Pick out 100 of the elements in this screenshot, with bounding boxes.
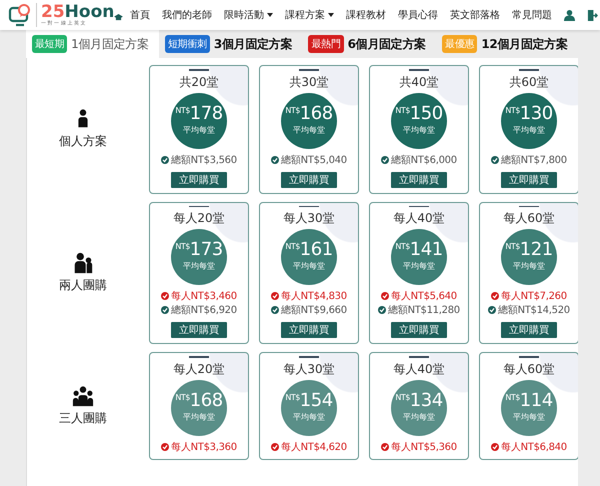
plan-tab[interactable]: 最優惠 12個月固定方案 xyxy=(436,30,578,58)
check-icon xyxy=(378,306,386,314)
plan-tab[interactable]: 最短期 1個月固定方案 xyxy=(26,30,160,58)
total-price: 總額NT$11,280 xyxy=(388,304,460,317)
check-icon xyxy=(271,442,280,450)
per-person-price: 每人NT$4,620 xyxy=(281,440,347,454)
price-unit: 平均每堂 xyxy=(183,412,215,422)
plan-title: 每人60堂 xyxy=(503,210,555,227)
total-price: 總額NT$9,660 xyxy=(281,304,347,317)
price: 130 xyxy=(520,104,553,122)
monitor-chat-icon xyxy=(8,3,32,27)
currency: NT$ xyxy=(505,106,520,114)
currency: NT$ xyxy=(175,106,190,114)
per-person-price: 每人NT$7,260 xyxy=(501,290,567,303)
tag-label: 短期衝刺 xyxy=(165,35,210,53)
plan-title: 每人40堂 xyxy=(393,210,445,227)
price-unit: 平均每堂 xyxy=(293,260,325,272)
nav-link[interactable]: 常見問題 xyxy=(512,8,552,22)
price: 168 xyxy=(300,104,333,122)
nav-link[interactable]: 課程方案 xyxy=(285,8,334,22)
nav-link[interactable]: 我們的老師 xyxy=(162,8,212,22)
price: 114 xyxy=(520,392,553,410)
nav-link[interactable]: 課程教材 xyxy=(346,8,386,22)
check-icon xyxy=(271,156,280,164)
total-price: 總額NT$7,800 xyxy=(501,154,567,166)
user-icon[interactable] xyxy=(564,10,576,20)
total-price: 總額NT$14,520 xyxy=(498,304,570,317)
check-icon xyxy=(488,306,496,314)
logout-icon[interactable] xyxy=(587,10,598,20)
currency: NT$ xyxy=(395,106,410,114)
check-icon xyxy=(381,156,390,164)
price-unit: 平均每堂 xyxy=(513,124,545,136)
check-icon xyxy=(161,292,170,300)
per-person-price: 每人NT$5,640 xyxy=(391,290,457,303)
per-person-price: 每人NT$3,460 xyxy=(171,290,237,303)
tab-label: 12個月固定方案 xyxy=(481,36,568,52)
plan-title: 共30堂 xyxy=(289,74,329,90)
total-price: 總額NT$3,560 xyxy=(171,154,237,166)
check-icon xyxy=(161,156,170,164)
plan-title: 每人30堂 xyxy=(283,360,335,378)
buy-button[interactable]: 立即購買 xyxy=(281,322,337,338)
buy-button[interactable]: 立即購買 xyxy=(171,322,227,338)
currency: NT$ xyxy=(505,243,520,251)
plan-name: 三人團購 xyxy=(59,410,107,427)
total-price: 總額NT$6,000 xyxy=(391,154,457,166)
buy-button[interactable]: 立即購買 xyxy=(281,172,337,188)
nav-link[interactable]: 首頁 xyxy=(130,8,150,22)
price: 161 xyxy=(300,241,333,259)
nav-link[interactable]: 限時活動 xyxy=(224,8,274,22)
logo-number: 25 xyxy=(41,4,65,21)
check-icon xyxy=(491,292,500,300)
plan-title: 每人60堂 xyxy=(503,360,555,378)
tab-label: 6個月固定方案 xyxy=(348,36,426,52)
plan-title: 共20堂 xyxy=(179,74,219,90)
tag-label: 最優惠 xyxy=(442,35,478,53)
price-unit: 平均每堂 xyxy=(183,124,215,136)
tag-label: 最短期 xyxy=(32,35,68,53)
plan-name: 個人方案 xyxy=(59,133,107,150)
price-unit: 平均每堂 xyxy=(403,124,435,136)
price-unit: 平均每堂 xyxy=(403,260,435,272)
price: 173 xyxy=(190,241,223,259)
check-icon xyxy=(381,292,390,300)
price: 134 xyxy=(410,392,443,410)
buy-button[interactable]: 立即購買 xyxy=(171,172,227,188)
per-person-price: 每人NT$6,840 xyxy=(501,440,567,454)
nav-link[interactable]: 英文部落格 xyxy=(450,8,500,22)
nav-link[interactable]: 學員心得 xyxy=(398,8,438,22)
per-person-price: 每人NT$5,360 xyxy=(391,440,457,454)
graduation-cap-icon xyxy=(114,14,124,21)
price: 121 xyxy=(520,241,553,259)
currency: NT$ xyxy=(285,243,300,251)
total-price: 總額NT$5,040 xyxy=(281,154,347,166)
people-icon xyxy=(72,252,94,274)
price: 150 xyxy=(410,104,443,122)
check-icon xyxy=(381,442,390,450)
plan-title: 每人30堂 xyxy=(283,210,335,227)
price: 154 xyxy=(300,392,333,410)
price: 141 xyxy=(410,241,443,259)
check-icon xyxy=(491,442,500,450)
plan-title: 每人40堂 xyxy=(393,360,445,378)
logo-word: Hoon xyxy=(64,4,114,21)
currency: NT$ xyxy=(395,243,410,251)
buy-button[interactable]: 立即購買 xyxy=(391,322,447,338)
price-unit: 平均每堂 xyxy=(513,260,545,272)
buy-button[interactable]: 立即購買 xyxy=(501,172,557,188)
plan-title: 每人20堂 xyxy=(173,360,225,378)
buy-button[interactable]: 立即購買 xyxy=(391,172,447,188)
plan-name: 兩人團購 xyxy=(59,276,107,294)
plan-tab[interactable]: 最熱門 6個月固定方案 xyxy=(302,30,436,58)
plan-title: 共40堂 xyxy=(399,74,439,90)
plan-title: 每人20堂 xyxy=(173,210,225,227)
plan-tab[interactable]: 短期衝刺 3個月固定方案 xyxy=(159,30,302,58)
per-person-price: 每人NT$3,360 xyxy=(171,440,237,454)
buy-button[interactable]: 立即購買 xyxy=(501,322,557,338)
tab-label: 3個月固定方案 xyxy=(214,36,292,52)
check-icon xyxy=(271,292,280,300)
people-icon xyxy=(72,384,94,407)
currency: NT$ xyxy=(285,106,300,114)
price-unit: 平均每堂 xyxy=(513,412,545,422)
price-unit: 平均每堂 xyxy=(293,124,325,136)
